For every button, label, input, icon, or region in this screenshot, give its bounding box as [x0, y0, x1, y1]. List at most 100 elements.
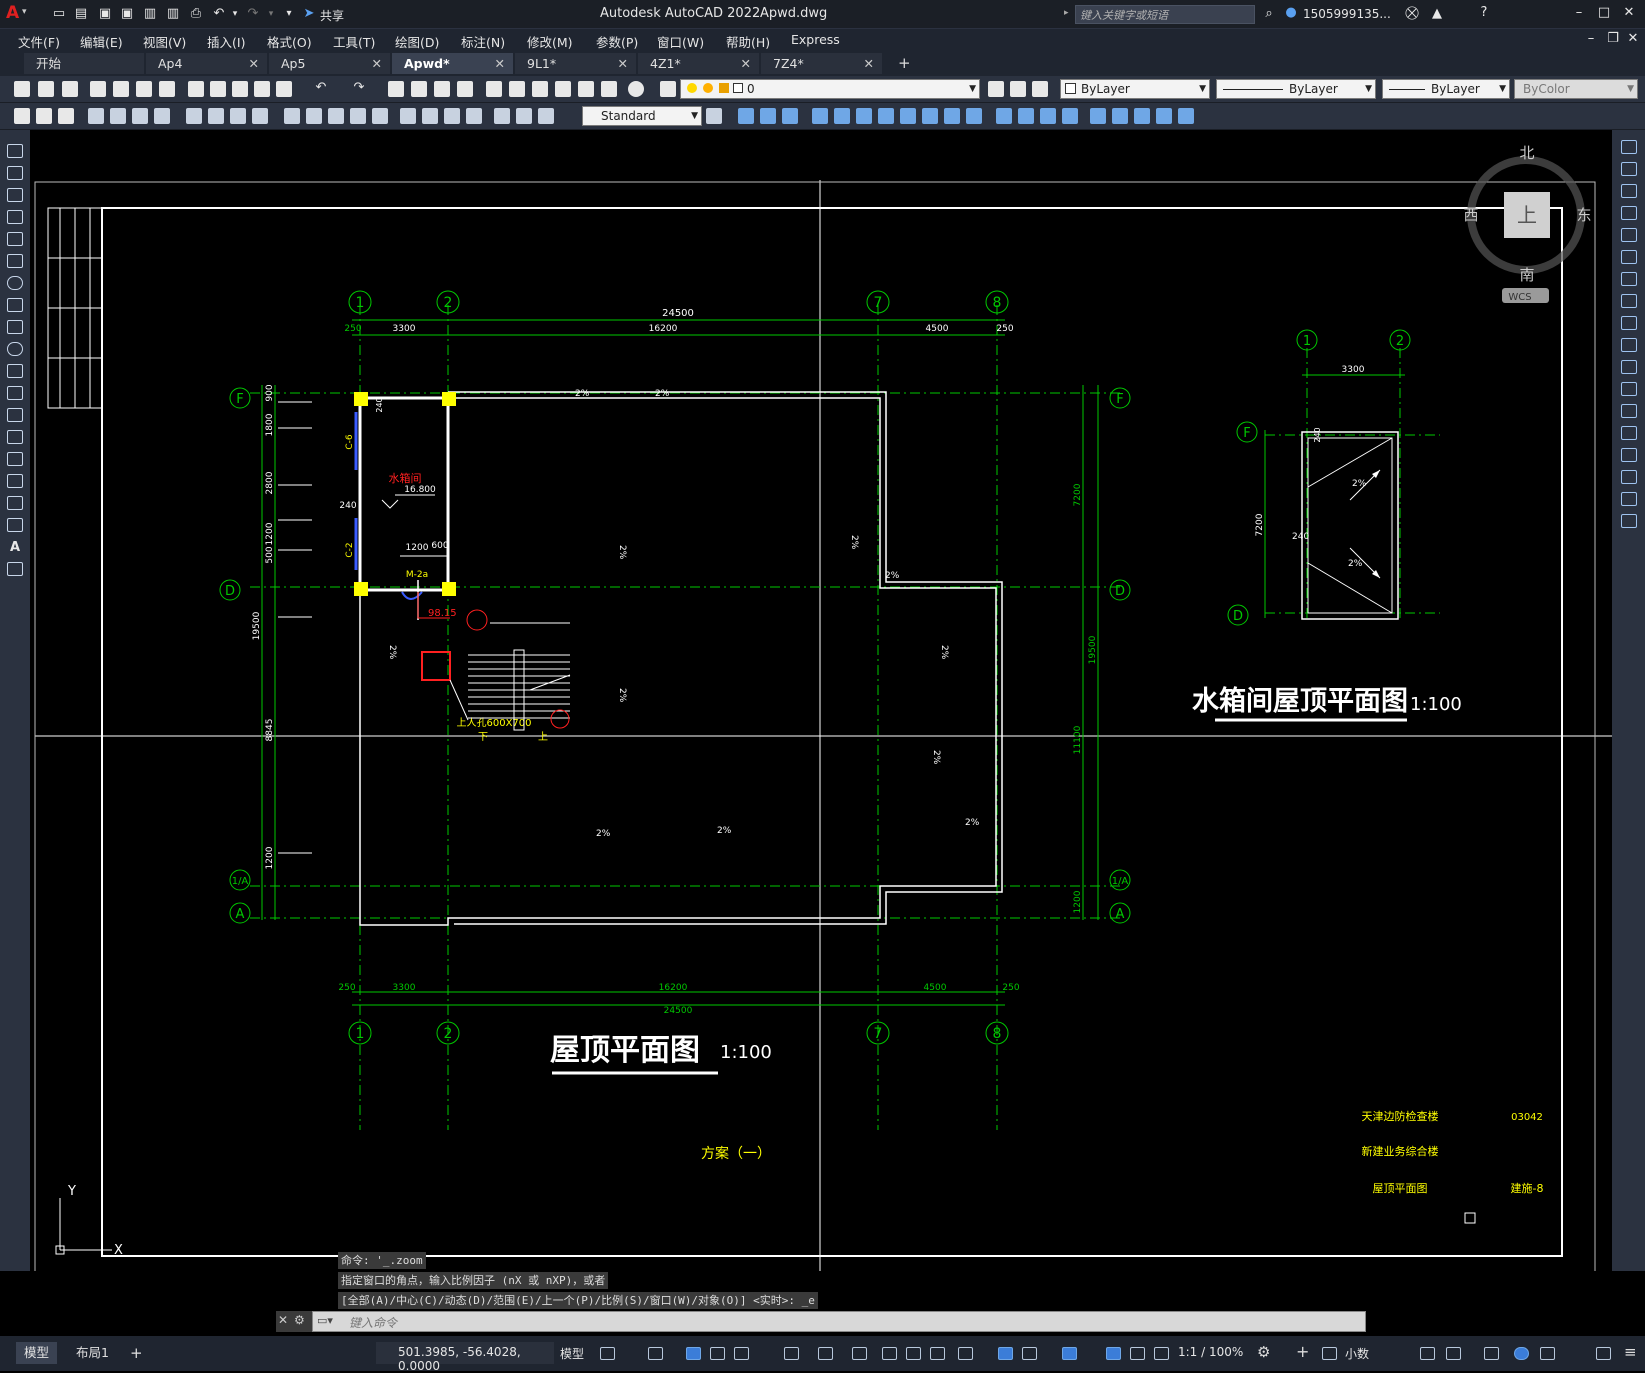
- zoom-previous-icon[interactable]: [457, 81, 473, 97]
- command-recent-icon[interactable]: ▭▾: [317, 1314, 333, 1327]
- mtext-icon[interactable]: A: [6, 540, 24, 558]
- revcloud-icon[interactable]: [7, 298, 23, 312]
- redo-tb-icon[interactable]: ↷: [350, 80, 368, 98]
- tab-9l1[interactable]: 9L1* ✕: [515, 53, 636, 74]
- extend-side-icon[interactable]: [1621, 360, 1637, 374]
- transparency-toggle-icon[interactable]: [906, 1347, 921, 1360]
- extend-icon[interactable]: [966, 108, 982, 124]
- blend-icon[interactable]: [1112, 108, 1128, 124]
- join-icon[interactable]: [1018, 108, 1034, 124]
- pan-icon[interactable]: [388, 81, 404, 97]
- save-web-icon[interactable]: ▥: [164, 6, 182, 24]
- tool-palettes-icon[interactable]: [532, 81, 548, 97]
- xline-icon[interactable]: [7, 166, 23, 180]
- workspace-icon[interactable]: [14, 108, 30, 124]
- dim-ordinate-icon[interactable]: [154, 108, 170, 124]
- close-icon[interactable]: ✕: [1620, 5, 1638, 23]
- model-space-toggle[interactable]: 模型: [560, 1345, 584, 1362]
- coordinates-box[interactable]: 501.3985, -56.4028, 0.0000: [376, 1342, 554, 1373]
- menu-help[interactable]: 帮助(H): [726, 32, 770, 51]
- markup-icon[interactable]: [578, 81, 594, 97]
- drawing-canvas[interactable]: 1 2 7 8 1 2 7 8 F D 1/A A F D 1/A A 2450…: [30, 130, 1612, 1271]
- mirror-side-icon[interactable]: [1621, 184, 1637, 198]
- copy-side-icon[interactable]: [1621, 162, 1637, 176]
- snap-toggle-icon[interactable]: [648, 1347, 663, 1360]
- qnew-icon[interactable]: [14, 81, 30, 97]
- menu-file[interactable]: 文件(F): [18, 32, 60, 51]
- dim-continue-icon[interactable]: [328, 108, 344, 124]
- tab-apwd[interactable]: Apwd* ✕: [392, 53, 513, 74]
- array-side-icon[interactable]: [1621, 228, 1637, 242]
- erase-icon[interactable]: [738, 108, 754, 124]
- open-file-icon[interactable]: [38, 81, 54, 97]
- point-icon[interactable]: [7, 430, 23, 444]
- offset-icon[interactable]: [812, 108, 828, 124]
- qat-customize-icon[interactable]: ▾: [280, 6, 298, 24]
- ortho-toggle-icon[interactable]: [710, 1347, 725, 1360]
- ellipse-arc-icon[interactable]: [7, 364, 23, 378]
- lineweight-toggle-icon[interactable]: [882, 1347, 897, 1360]
- open-icon[interactable]: ▤: [72, 6, 90, 24]
- chamfer-side-icon[interactable]: [1621, 448, 1637, 462]
- move-icon[interactable]: [856, 108, 872, 124]
- object-snap-icon[interactable]: [852, 1347, 867, 1360]
- autodesk-a360-icon[interactable]: ▲: [1428, 6, 1446, 24]
- units-display[interactable]: 小数: [1345, 1345, 1369, 1362]
- calculator-icon[interactable]: [601, 81, 617, 97]
- plot-icon[interactable]: [90, 81, 106, 97]
- tab-close-icon[interactable]: ✕: [741, 53, 751, 74]
- dim-aligned-icon[interactable]: [110, 108, 126, 124]
- add-layout-icon[interactable]: +: [122, 1342, 151, 1364]
- plot-icon[interactable]: ⎙: [187, 6, 205, 24]
- hatch-icon[interactable]: [7, 452, 23, 466]
- scale-display[interactable]: 1:1 / 100%: [1178, 1345, 1243, 1359]
- gizmo-icon[interactable]: [1062, 1347, 1077, 1360]
- doc-close-icon[interactable]: ✕: [1624, 31, 1642, 49]
- color-dropdown[interactable]: ByLayer ▼: [1060, 79, 1210, 99]
- grid-toggle-icon[interactable]: [600, 1347, 615, 1360]
- sheetset-icon[interactable]: [555, 81, 571, 97]
- dim-arc-icon[interactable]: [132, 108, 148, 124]
- tab-close-icon[interactable]: ✕: [864, 53, 874, 74]
- help-icon[interactable]: ?: [1475, 5, 1493, 23]
- offset-side-icon[interactable]: [1621, 206, 1637, 220]
- trim-side-icon[interactable]: [1621, 338, 1637, 352]
- match-prop-icon[interactable]: [254, 81, 270, 97]
- arc-icon[interactable]: [7, 254, 23, 268]
- menu-view[interactable]: 视图(V): [143, 32, 186, 51]
- rectangle-icon[interactable]: [7, 232, 23, 246]
- edit-hatch-icon[interactable]: [1178, 108, 1194, 124]
- explode-icon[interactable]: [1090, 108, 1106, 124]
- menu-edit[interactable]: 编辑(E): [80, 32, 123, 51]
- dynamic-ucs-icon[interactable]: [998, 1347, 1013, 1360]
- command-customize-icon[interactable]: ⚙: [294, 1313, 305, 1327]
- doc-restore-icon[interactable]: ❐: [1604, 31, 1622, 49]
- auto-scale-icon[interactable]: [1130, 1347, 1145, 1360]
- inspection-icon[interactable]: [444, 108, 460, 124]
- menu-parametric[interactable]: 参数(P): [596, 32, 638, 51]
- plotstyle-dropdown[interactable]: ByColor ▼: [1514, 79, 1638, 99]
- break-point-side-icon[interactable]: [1621, 382, 1637, 396]
- mirror-icon[interactable]: [782, 108, 798, 124]
- workspace-gear-icon[interactable]: ⚙: [1257, 1343, 1270, 1361]
- dim-jogged-icon[interactable]: [208, 108, 224, 124]
- search-icon[interactable]: ⌕: [1260, 6, 1278, 24]
- move-side-icon[interactable]: [1621, 250, 1637, 264]
- tab-start[interactable]: 开始: [24, 53, 144, 74]
- dim-update-icon[interactable]: [538, 108, 554, 124]
- polyline-icon[interactable]: [7, 188, 23, 202]
- layer-previous-icon[interactable]: [1010, 81, 1026, 97]
- lock-ui-icon[interactable]: [1446, 1347, 1461, 1360]
- viewcube-south[interactable]: 南: [1519, 266, 1534, 284]
- region-icon[interactable]: [7, 496, 23, 510]
- menu-format[interactable]: 格式(O): [267, 32, 312, 51]
- cut-icon[interactable]: [188, 81, 204, 97]
- selection-cycling-icon[interactable]: [930, 1347, 945, 1360]
- block-editor-icon[interactable]: [276, 81, 292, 97]
- paste-icon[interactable]: [232, 81, 248, 97]
- menu-window[interactable]: 窗口(W): [657, 32, 704, 51]
- copy-obj-icon[interactable]: [760, 108, 776, 124]
- polygon-icon[interactable]: [7, 210, 23, 224]
- trim-icon[interactable]: [944, 108, 960, 124]
- plot-preview-icon[interactable]: [113, 81, 129, 97]
